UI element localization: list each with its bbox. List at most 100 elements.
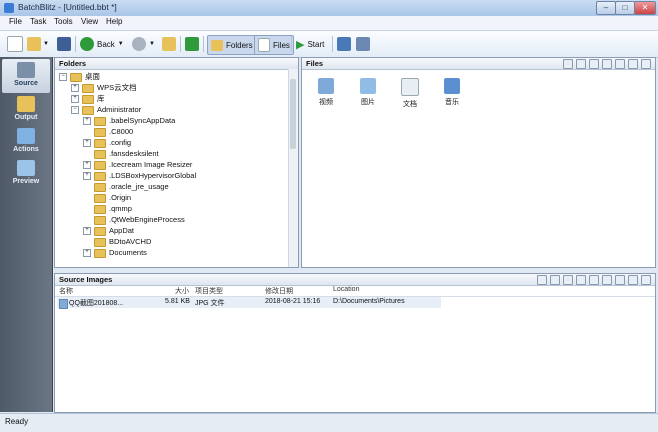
tree-expander-icon[interactable]: + xyxy=(71,95,79,104)
tree-item[interactable]: − 桌面 xyxy=(59,71,100,82)
sidebar-item-actions[interactable]: Actions xyxy=(2,125,50,159)
add-icon[interactable] xyxy=(576,59,586,69)
tree-item[interactable]: .oracle_jre_usage xyxy=(83,181,169,192)
tree-item[interactable]: .qmmp xyxy=(83,203,132,214)
files-label: Files xyxy=(273,40,290,50)
tree-expander-icon[interactable]: + xyxy=(83,139,91,148)
settings-button[interactable] xyxy=(356,35,370,53)
view-icon[interactable] xyxy=(602,59,612,69)
refresh-icon xyxy=(185,37,199,51)
menu-icon[interactable] xyxy=(641,275,651,285)
tree-expander-icon[interactable]: + xyxy=(83,172,91,181)
forward-button[interactable]: ▼ xyxy=(132,35,155,53)
maximize-button[interactable]: □ xyxy=(615,1,635,15)
menu-help[interactable]: Help xyxy=(106,17,122,26)
tree-expander-icon[interactable]: − xyxy=(71,106,79,115)
tree-item[interactable]: + .Icecream Image Resizer xyxy=(83,159,192,170)
thumbnails-icon[interactable] xyxy=(589,275,599,285)
image-file-icon xyxy=(59,299,68,309)
folder-icon xyxy=(94,215,106,225)
folder-icon xyxy=(94,237,106,247)
tree-item[interactable]: + 库 xyxy=(71,93,105,104)
tree-expander-icon[interactable]: + xyxy=(83,227,91,236)
menu-file[interactable]: File xyxy=(9,17,22,26)
menu-view[interactable]: View xyxy=(81,17,98,26)
back-arrow-icon xyxy=(80,37,94,51)
output-icon xyxy=(17,96,35,112)
tree-item[interactable]: .fansdesksilent xyxy=(83,148,159,159)
start-button[interactable]: ▶ Start xyxy=(296,35,324,53)
tree-item[interactable]: + .config xyxy=(83,137,131,148)
tree-item[interactable]: + WPS云文档 xyxy=(71,82,137,93)
folders-toggle[interactable]: Folders xyxy=(207,35,257,55)
tree-item-label: 桌面 xyxy=(85,72,100,81)
open-folder-button[interactable]: ▼ xyxy=(27,35,49,53)
filter-icon[interactable] xyxy=(628,59,638,69)
file-item-music[interactable]: 音乐 xyxy=(438,78,466,107)
up-folder-button[interactable] xyxy=(162,35,176,53)
clear-icon[interactable] xyxy=(576,275,586,285)
column-type[interactable]: 项目类型 xyxy=(195,286,223,296)
menu-icon[interactable] xyxy=(641,59,651,69)
folders-label: Folders xyxy=(226,40,253,50)
tree-expander-icon[interactable]: + xyxy=(71,84,79,93)
tree-item[interactable]: + .LDSBoxHypervisorGlobal xyxy=(83,170,196,181)
tree-item[interactable]: .QtWebEngineProcess xyxy=(83,214,185,225)
tree-item[interactable]: + .babelSyncAppData xyxy=(83,115,175,126)
file-item-documents[interactable]: 文档 xyxy=(396,78,424,109)
up-folder-icon xyxy=(162,37,176,51)
new-document-button[interactable] xyxy=(7,35,23,53)
scrollbar-thumb[interactable] xyxy=(290,79,296,149)
sidebar-item-source[interactable]: Source xyxy=(2,59,50,93)
folder-icon xyxy=(94,193,106,203)
tree-expander-icon[interactable]: + xyxy=(83,117,91,126)
tree-item[interactable]: BDtoAVCHD xyxy=(83,236,151,247)
sidebar-item-preview[interactable]: Preview xyxy=(2,157,50,191)
files-toggle[interactable]: Files xyxy=(254,35,294,55)
tree-item[interactable]: − Administrator xyxy=(71,104,141,115)
select-icon[interactable] xyxy=(563,59,573,69)
column-location[interactable]: Location xyxy=(333,286,359,293)
add-files-icon[interactable] xyxy=(537,275,547,285)
save-button[interactable] xyxy=(57,35,71,53)
toolbar-separator xyxy=(203,36,204,52)
menu-tools[interactable]: Tools xyxy=(54,17,73,26)
remove-icon[interactable] xyxy=(563,275,573,285)
add-all-icon[interactable] xyxy=(589,59,599,69)
tree-expander-icon[interactable]: + xyxy=(83,161,91,170)
tree-item[interactable]: .C8000 xyxy=(83,126,133,137)
column-name[interactable]: 名称 xyxy=(59,286,73,296)
file-item-pictures[interactable]: 图片 xyxy=(354,78,382,107)
tree-item[interactable]: .Origin xyxy=(83,192,131,203)
tree-item[interactable]: + Documents xyxy=(83,247,147,258)
column-size[interactable]: 大小 xyxy=(175,286,189,296)
options-icon[interactable] xyxy=(628,275,638,285)
batch-button[interactable] xyxy=(337,35,351,53)
folder-icon xyxy=(70,72,82,82)
close-button[interactable]: ✕ xyxy=(634,1,656,15)
folders-scrollbar[interactable] xyxy=(288,69,298,267)
tree-item-label: .config xyxy=(109,138,132,147)
tree-item-label: .C8000 xyxy=(109,127,134,136)
file-item-video[interactable]: 视频 xyxy=(312,78,340,107)
sidebar-item-output[interactable]: Output xyxy=(2,93,50,127)
tree-expander-icon[interactable]: + xyxy=(83,249,91,258)
tree-item-label: .qmmp xyxy=(109,204,132,213)
menu-bar: File Task Tools View Help xyxy=(0,16,658,31)
tree-item-label: WPS云文档 xyxy=(97,83,137,92)
add-folder-icon[interactable] xyxy=(550,275,560,285)
column-modified[interactable]: 修改日期 xyxy=(265,286,293,296)
back-button[interactable]: Back ▼ xyxy=(80,35,124,53)
tree-item-label: .oracle_jre_usage xyxy=(109,182,169,191)
refresh-button[interactable] xyxy=(185,35,199,53)
tree-expander-icon[interactable]: − xyxy=(59,73,67,82)
menu-task[interactable]: Task xyxy=(30,17,46,26)
video-folder-icon xyxy=(318,78,334,94)
files-title: Files xyxy=(306,59,324,68)
zoom-icon[interactable] xyxy=(615,275,625,285)
details-icon[interactable] xyxy=(602,275,612,285)
tree-item[interactable]: + AppDat xyxy=(83,225,134,236)
actions-icon xyxy=(17,128,35,144)
sort-icon[interactable] xyxy=(615,59,625,69)
minimize-button[interactable]: – xyxy=(596,1,616,15)
